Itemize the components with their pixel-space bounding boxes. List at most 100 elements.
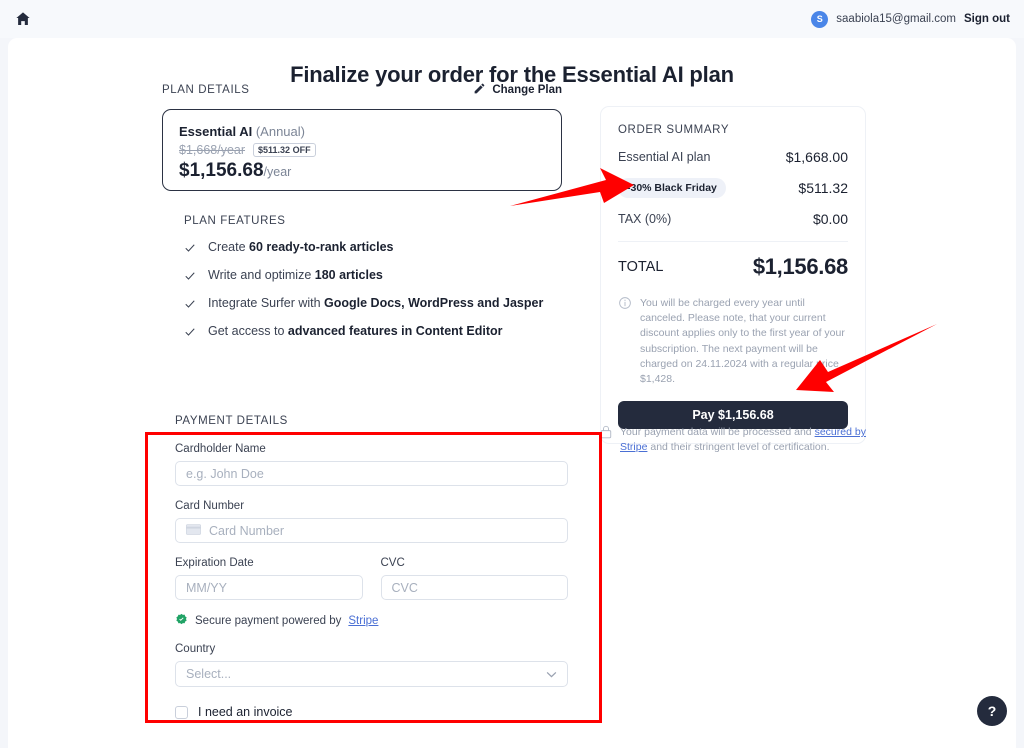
payment-details-form: Cardholder Name e.g. John Doe Card Numbe… — [175, 443, 568, 719]
plan-features-list: Create 60 ready-to-rank articles Write an… — [184, 240, 562, 341]
plan-feature-text: Get access to advanced features in Conte… — [208, 324, 503, 338]
chevron-down-icon — [546, 667, 557, 681]
order-total-value: $1,156.68 — [752, 254, 848, 279]
country-field-group: Country Select... — [175, 643, 568, 687]
change-plan-button[interactable]: Change Plan — [473, 82, 562, 98]
cvc-label: CVC — [380, 557, 405, 569]
country-label: Country — [175, 643, 216, 655]
plan-feature-text-plain: Get access to — [208, 324, 288, 338]
avatar: S — [811, 10, 829, 28]
check-icon — [184, 270, 196, 285]
credit-card-icon — [186, 523, 201, 538]
cardnumber-label: Card Number — [175, 500, 245, 512]
plan-feature-item: Create 60 ready-to-rank articles — [184, 240, 562, 257]
order-total-label: TOTAL — [618, 259, 664, 275]
plan-feature-text-bold: advanced features in Content Editor — [287, 324, 503, 338]
plan-feature-item: Integrate Surfer with Google Docs, WordP… — [184, 296, 562, 313]
plan-name: Essential AI — [179, 124, 253, 139]
help-button[interactable]: ? — [977, 696, 1007, 726]
order-summary-row-label: Essential AI plan — [618, 150, 711, 164]
payment-details-label: PAYMENT DETAILS — [175, 415, 288, 427]
discount-off-badge: $511.32 OFF — [253, 143, 316, 157]
order-summary-panel: ORDER SUMMARY Essential AI plan $1,668.00… — [600, 106, 866, 445]
order-summary-row-value: $511.32 — [798, 180, 848, 196]
order-summary-row-value: $1,668.00 — [785, 149, 848, 165]
order-summary-row-label: TAX (0%) — [618, 212, 672, 226]
expiration-placeholder: MM/YY — [186, 580, 227, 595]
order-total-row: TOTAL $1,156.68 — [618, 254, 848, 280]
summary-divider — [618, 241, 848, 242]
lock-icon — [600, 425, 612, 455]
cvc-field-group: CVC CVC — [380, 557, 568, 600]
verified-badge-icon — [175, 613, 188, 629]
stripe-secure-note: Secure payment powered by Stripe — [175, 613, 568, 629]
cardholder-label: Cardholder Name — [175, 443, 266, 455]
stripe-processing-note: Your payment data will be processed and … — [600, 425, 866, 455]
plan-old-price-row: $1,668/year $511.32 OFF — [179, 143, 545, 157]
plan-feature-text-bold: 60 ready-to-rank articles — [249, 240, 394, 254]
cardnumber-field-group: Card Number Card Number — [175, 500, 568, 543]
cardholder-input[interactable]: e.g. John Doe — [175, 461, 568, 486]
plan-new-price-row: $1,156.68/year — [179, 160, 545, 182]
stripe-link[interactable]: Stripe — [348, 615, 378, 627]
check-icon — [184, 326, 196, 341]
check-icon — [184, 298, 196, 313]
order-summary-row: -30% Black Friday $511.32 — [618, 178, 848, 198]
plan-new-price-suffix: /year — [263, 165, 292, 179]
account-email: saabiola15@gmail.com — [836, 13, 956, 25]
expiration-label: Expiration Date — [175, 557, 254, 569]
plan-feature-text-bold: Google Docs, WordPress and Jasper — [324, 296, 544, 310]
stripe-processing-text: Your payment data will be processed and … — [620, 425, 866, 455]
cardnumber-input[interactable]: Card Number — [175, 518, 568, 543]
plan-feature-text-plain: Write and optimize — [208, 268, 315, 282]
plan-feature-text-bold: 180 articles — [314, 268, 383, 282]
order-summary-row-value: $0.00 — [812, 211, 848, 227]
invoice-checkbox[interactable] — [175, 705, 188, 719]
stripe-secure-text: Secure payment powered by — [195, 615, 342, 627]
plan-name-row: Essential AI (Annual) — [179, 124, 545, 139]
order-summary-label: ORDER SUMMARY — [618, 124, 730, 136]
check-icon — [184, 242, 196, 257]
cardholder-field-group: Cardholder Name e.g. John Doe — [175, 443, 568, 486]
expiration-field-group: Expiration Date MM/YY — [175, 557, 363, 600]
selected-plan-card[interactable]: Essential AI (Annual) $1,668/year $511.3… — [162, 109, 562, 191]
plan-feature-text: Create 60 ready-to-rank articles — [208, 240, 394, 254]
change-plan-label: Change Plan — [492, 84, 562, 96]
plan-details-section: PLAN DETAILS Change Plan Essential AI (A… — [162, 82, 562, 352]
black-friday-discount-pill: -30% Black Friday — [618, 178, 726, 198]
plan-features-label: PLAN FEATURES — [184, 215, 286, 227]
plan-details-label: PLAN DETAILS — [162, 84, 250, 96]
order-summary-row: TAX (0%) $0.00 — [618, 211, 848, 227]
plan-feature-text: Write and optimize 180 articles — [208, 268, 383, 282]
pencil-icon — [473, 82, 486, 98]
invoice-checkbox-label: I need an invoice — [198, 705, 293, 719]
plan-term: (Annual) — [255, 124, 305, 139]
plan-old-price: $1,668/year — [179, 143, 246, 157]
cvc-input[interactable]: CVC — [380, 575, 568, 600]
secure-note-before: Your payment data will be processed and — [620, 426, 815, 438]
question-mark-icon: ? — [987, 703, 997, 719]
cardholder-placeholder: e.g. John Doe — [186, 466, 264, 481]
plan-details-header: PLAN DETAILS Change Plan — [162, 82, 562, 98]
account-area: S saabiola15@gmail.com Sign out — [811, 0, 1010, 38]
plan-new-price: $1,156.68 — [179, 160, 264, 181]
top-bar: S saabiola15@gmail.com Sign out — [0, 0, 1024, 38]
plan-feature-text-plain: Create — [208, 240, 249, 254]
plan-feature-text-plain: Integrate Surfer with — [208, 296, 325, 310]
order-summary-rows: Essential AI plan $1,668.00 -30% Black Fri… — [618, 149, 848, 227]
country-value: Select... — [186, 667, 232, 681]
cvc-placeholder: CVC — [391, 580, 418, 595]
country-select[interactable]: Select... — [175, 661, 568, 687]
expiry-cvc-row: Expiration Date MM/YY CVC CVC — [175, 557, 568, 600]
expiration-input[interactable]: MM/YY — [175, 575, 363, 600]
home-icon[interactable] — [14, 10, 32, 28]
plan-feature-item: Write and optimize 180 articles — [184, 268, 562, 285]
plan-feature-item: Get access to advanced features in Conte… — [184, 324, 562, 341]
billing-note-text: You will be charged every year until can… — [640, 296, 848, 387]
billing-note: You will be charged every year until can… — [618, 296, 848, 387]
plan-feature-text: Integrate Surfer with Google Docs, WordP… — [208, 296, 543, 310]
info-circle-icon — [618, 296, 632, 387]
sign-out-button[interactable]: Sign out — [964, 13, 1010, 25]
order-summary-row: Essential AI plan $1,668.00 — [618, 149, 848, 165]
invoice-checkbox-row[interactable]: I need an invoice — [175, 705, 568, 719]
